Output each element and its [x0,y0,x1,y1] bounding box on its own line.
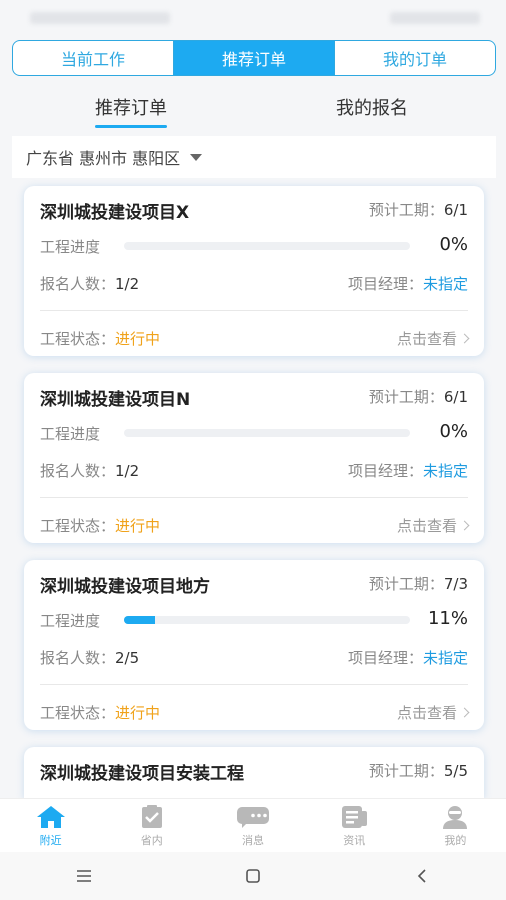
clipboard-check-icon [141,805,162,828]
order-title: 深圳城投建设项目地方 [40,577,210,597]
progress-percent: 0% [439,234,468,255]
location-label: 广东省 惠州市 惠阳区 [26,149,181,168]
location-selector[interactable]: 广东省 惠州市 惠阳区 [12,136,496,178]
caret-down-icon [190,153,203,161]
sub-tabs: 推荐订单 我的报名 [0,88,506,132]
signup-count: 报名人数：1/2 [40,462,140,480]
progress-label: 工程进度 [40,425,101,443]
chat-icon [237,807,269,828]
order-period: 预计工期：6/1 [368,388,468,406]
tab-my-orders[interactable]: 我的订单 [335,41,495,75]
tab-current-work[interactable]: 当前工作 [13,41,174,75]
menu-icon[interactable] [74,868,94,884]
order-period: 预计工期：6/1 [368,201,468,219]
chevron-right-icon [459,520,470,531]
tab-mine[interactable]: 我的 [405,799,506,852]
home-square-icon[interactable] [243,868,263,884]
progress-percent: 0% [439,421,468,442]
view-details-link[interactable]: 点击查看 [397,702,470,723]
subtab-recommended-orders[interactable]: 推荐订单 [95,94,167,128]
order-period: 预计工期：5/5 [368,762,468,780]
progress-bar [124,616,410,624]
order-card[interactable]: 深圳城投建设项目安装工程 预计工期：5/5 [24,747,484,798]
divider [40,497,468,498]
chevron-right-icon [459,333,470,344]
project-manager: 项目经理：未指定 [347,649,468,667]
order-card[interactable]: 深圳城投建设项目N 预计工期：6/1 工程进度 0% 报名人数：1/2 项目经理… [24,373,484,543]
tab-nearby[interactable]: 附近 [0,799,101,852]
progress-percent: 11% [427,608,468,629]
tab-province[interactable]: 省内 [101,799,202,852]
order-period: 预计工期：7/3 [368,575,468,593]
news-icon [342,806,368,828]
tab-messages[interactable]: 消息 [202,799,303,852]
chevron-right-icon [459,707,470,718]
project-manager: 项目经理：未指定 [347,275,468,293]
order-title: 深圳城投建设项目X [40,203,190,223]
project-state: 工程状态：进行中 [40,517,161,535]
order-title: 深圳城投建设项目安装工程 [40,764,244,784]
signup-count: 报名人数：1/2 [40,275,140,293]
user-icon [443,806,468,829]
progress-bar [124,242,410,250]
view-details-link[interactable]: 点击查看 [397,328,470,349]
order-card[interactable]: 深圳城投建设项目X 预计工期：6/1 工程进度 0% 报名人数：1/2 项目经理… [24,186,484,356]
top-segmented-tabs: 当前工作 推荐订单 我的订单 [12,40,496,76]
progress-label: 工程进度 [40,238,101,256]
order-card[interactable]: 深圳城投建设项目地方 预计工期：7/3 工程进度 11% 报名人数：2/5 项目… [24,560,484,730]
order-title: 深圳城投建设项目N [40,390,191,410]
progress-label: 工程进度 [40,612,101,630]
tab-recommended-orders[interactable]: 推荐订单 [174,41,335,75]
progress-bar [124,429,410,437]
divider [40,310,468,311]
signup-count: 报名人数：2/5 [40,649,140,667]
progress-fill [124,616,156,624]
divider [40,684,468,685]
project-manager: 项目经理：未指定 [347,462,468,480]
back-icon[interactable] [412,868,432,884]
home-icon [36,806,65,828]
view-details-link[interactable]: 点击查看 [397,515,470,536]
status-bar [0,0,506,38]
project-state: 工程状态：进行中 [40,704,161,722]
tab-news[interactable]: 资讯 [304,799,405,852]
subtab-my-signups[interactable]: 我的报名 [336,94,408,120]
project-state: 工程状态：进行中 [40,330,161,348]
bottom-tab-bar: 附近 省内 消息 资讯 我的 [0,798,506,852]
system-nav-bar [0,852,506,900]
